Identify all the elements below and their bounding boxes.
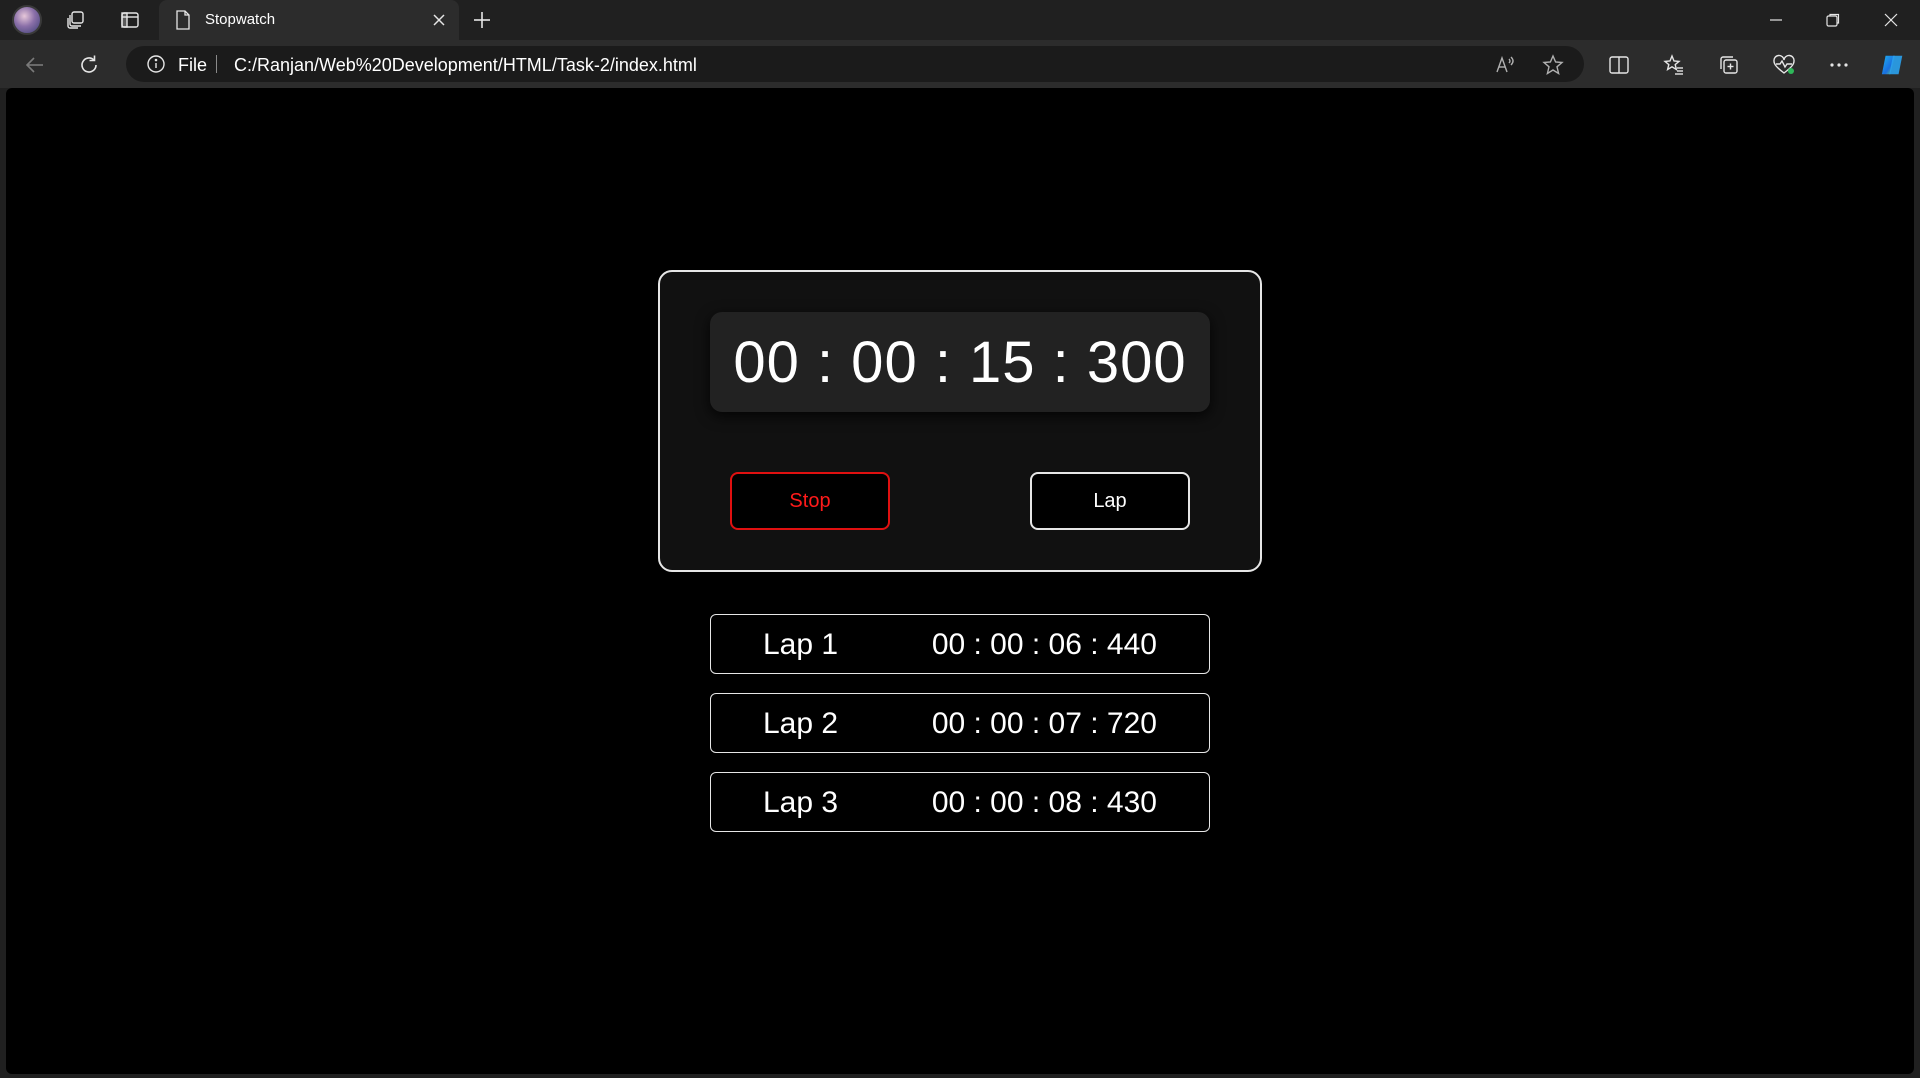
tab-actions-icon[interactable] [118,8,142,32]
more-icon[interactable] [1826,52,1852,78]
address-separator [216,55,217,73]
profile-avatar[interactable] [12,5,42,35]
lap-time: 00 : 00 : 07 : 720 [931,707,1157,740]
favorites-icon[interactable] [1661,52,1687,78]
stop-button[interactable]: Stop [730,472,890,530]
stopwatch-card: 00 : 00 : 15 : 300 Stop Lap [658,270,1262,572]
lap-row: Lap 3 00 : 00 : 08 : 430 [710,772,1210,832]
lap-row: Lap 2 00 : 00 : 07 : 720 [710,693,1210,753]
scheme-label: File [178,55,208,75]
url-text[interactable]: C:/Ranjan/Web%20Development/HTML/Task-2/… [234,55,697,76]
page-viewport: 00 : 00 : 15 : 300 Stop Lap Lap 1 00 : 0… [6,88,1914,1074]
new-tab-icon[interactable] [470,8,494,32]
lap-name: Lap 1 [763,628,839,661]
split-screen-icon[interactable] [1606,52,1632,78]
collections-icon[interactable] [1716,52,1742,78]
close-tab-icon[interactable] [429,10,449,30]
lap-name: Lap 3 [763,786,839,819]
heartbeat-icon[interactable] [1771,52,1797,78]
lap-row: Lap 1 00 : 00 : 06 : 440 [710,614,1210,674]
lap-button[interactable]: Lap [1030,472,1190,530]
lap-time: 00 : 00 : 06 : 440 [931,628,1157,661]
lap-list: Lap 1 00 : 00 : 06 : 440 Lap 2 00 : 00 :… [710,614,1210,851]
document-icon [175,10,191,35]
workspaces-icon[interactable] [64,8,88,32]
navigation-bar: File C:/Ranjan/Web%20Development/HTML/Ta… [0,40,1920,88]
info-icon[interactable] [146,54,166,74]
title-bar: Stopwatch [0,0,1920,40]
close-window-icon[interactable] [1877,6,1905,34]
tab-stopwatch[interactable]: Stopwatch [159,0,459,40]
address-bar[interactable]: File C:/Ranjan/Web%20Development/HTML/Ta… [126,46,1584,82]
lap-time: 00 : 00 : 08 : 430 [931,786,1157,819]
minimize-icon[interactable] [1762,6,1790,34]
restore-icon[interactable] [1819,6,1847,34]
back-icon[interactable] [22,52,48,78]
star-icon[interactable] [1542,54,1564,76]
stopwatch-display: 00 : 00 : 15 : 300 [710,312,1210,412]
refresh-icon[interactable] [76,52,102,78]
tab-title: Stopwatch [205,11,276,28]
copilot-icon[interactable] [1880,52,1906,78]
lap-name: Lap 2 [763,707,839,740]
read-aloud-icon[interactable] [1494,54,1516,76]
